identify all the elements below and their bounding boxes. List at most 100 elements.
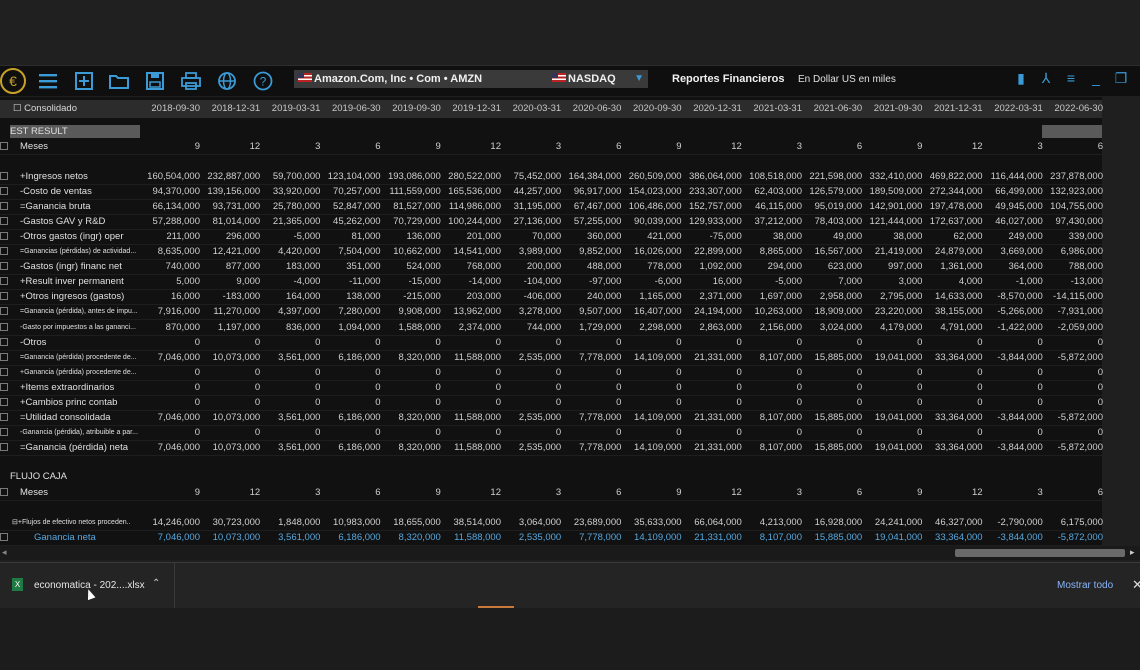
table-cell[interactable]: 49,000 (802, 229, 862, 244)
table-cell[interactable]: 114,986,000 (441, 199, 501, 214)
table-cell[interactable]: -7,931,000 (1043, 304, 1103, 319)
table-cell[interactable]: 12 (441, 485, 501, 500)
table-cell[interactable]: 9 (140, 485, 200, 500)
table-cell[interactable]: -5,000 (742, 274, 802, 289)
table-cell[interactable]: 203,000 (441, 289, 501, 304)
table-cell[interactable]: 0 (983, 425, 1043, 440)
table-cell[interactable]: 0 (1043, 395, 1103, 410)
table-cell[interactable]: 1,361,000 (923, 259, 982, 274)
row-checkbox[interactable] (0, 172, 8, 180)
table-cell[interactable]: 164,000 (260, 289, 320, 304)
table-cell[interactable]: 154,023,000 (622, 184, 682, 199)
table-cell[interactable]: 1,094,000 (321, 320, 380, 335)
table-cell[interactable]: 6,186,000 (321, 350, 380, 365)
table-cell[interactable]: 38,155,000 (923, 304, 983, 319)
table-cell[interactable]: 31,195,000 (501, 199, 562, 214)
table-cell[interactable]: 0 (561, 365, 621, 380)
row-checkbox[interactable] (0, 337, 8, 346)
table-cell[interactable]: 0 (1043, 335, 1103, 350)
table-cell[interactable]: 0 (140, 425, 200, 440)
table-cell[interactable]: 19,041,000 (862, 440, 923, 455)
table-cell[interactable]: 136,000 (381, 229, 440, 244)
table-row[interactable]: Ganancia neta 7,046,000 10,073,000 3,561,00… (0, 530, 1103, 546)
table-row[interactable]: +Result inver permanent 5,000 9,000 -4,000-… (0, 274, 1103, 291)
table-cell[interactable]: 9 (622, 485, 681, 500)
table-row[interactable]: =Utilidad consolidada 7,046,000 10,073,000… (0, 410, 1103, 426)
table-cell[interactable]: 10,073,000 (200, 350, 261, 365)
table-cell[interactable]: 15,885,000 (802, 530, 863, 545)
table-cell[interactable]: 193,086,000 (381, 169, 441, 184)
table-cell[interactable]: 360,000 (561, 229, 621, 244)
table-cell[interactable]: 0 (923, 395, 982, 410)
table-cell[interactable]: 0 (140, 335, 200, 350)
table-cell[interactable]: 1,092,000 (682, 259, 742, 274)
table-cell[interactable]: 2,371,000 (682, 289, 742, 304)
table-cell[interactable]: 2,156,000 (742, 320, 802, 335)
table-cell[interactable]: 14,109,000 (622, 440, 682, 455)
table-row[interactable]: +Ganancia (pérdida) procedente de... 0 0 0 0… (0, 365, 1103, 381)
table-cell[interactable]: 62,000 (923, 229, 983, 244)
table-cell[interactable]: 0 (501, 395, 561, 410)
table-cell[interactable]: 0 (381, 365, 441, 380)
table-cell[interactable]: 0 (381, 395, 441, 410)
table-cell[interactable]: -5,872,000 (1043, 530, 1103, 545)
minimize-icon[interactable]: _ (1087, 70, 1105, 87)
table-cell[interactable]: 0 (200, 380, 260, 395)
table-cell[interactable]: 211,000 (140, 229, 200, 244)
table-cell[interactable]: 22,899,000 (682, 244, 742, 259)
table-cell[interactable]: 123,104,000 (321, 169, 381, 184)
table-cell[interactable]: 1,197,000 (200, 320, 260, 335)
table-cell[interactable]: 9,852,000 (561, 244, 621, 259)
table-cell[interactable]: -3,844,000 (983, 350, 1042, 365)
column-header-date[interactable]: 2022-03-31 (983, 100, 1043, 118)
table-cell[interactable]: 997,000 (862, 259, 922, 274)
table-cell[interactable]: 6 (321, 139, 380, 154)
table-cell[interactable]: 7,916,000 (140, 304, 200, 319)
table-row[interactable]: ⊟+Flujos de efectivo netos proceden... 14… (0, 515, 1103, 531)
table-cell[interactable]: 4,000 (923, 274, 983, 289)
table-cell[interactable]: 96,917,000 (561, 184, 622, 199)
table-cell[interactable]: 2,535,000 (501, 530, 561, 545)
table-cell[interactable]: 15,885,000 (802, 440, 863, 455)
table-cell[interactable]: 3,000 (862, 274, 923, 289)
table-cell[interactable]: 14,541,000 (441, 244, 501, 259)
table-cell[interactable]: 104,755,000 (1043, 199, 1103, 214)
table-cell[interactable]: 6 (561, 485, 621, 500)
row-checkbox[interactable] (0, 412, 8, 421)
table-cell[interactable]: 33,364,000 (923, 530, 983, 545)
table-cell[interactable]: 0 (501, 425, 561, 440)
table-cell[interactable]: 0 (802, 380, 862, 395)
close-download-bar-icon[interactable]: ✕ (1132, 577, 1140, 593)
table-row[interactable]: +Cambios princ contab 0 0 0 0 0 0 0 0 0 0 0 0 0 0 0 0 (0, 395, 1103, 411)
table-cell[interactable]: -75,000 (682, 229, 742, 244)
table-cell[interactable]: 33,920,000 (260, 184, 321, 199)
table-cell[interactable]: 0 (501, 335, 561, 350)
table-cell[interactable]: 0 (923, 365, 982, 380)
table-cell[interactable]: -5,872,000 (1043, 350, 1103, 365)
pdf-icon[interactable]: ⅄ (1037, 70, 1055, 87)
table-cell[interactable]: 81,527,000 (381, 199, 441, 214)
table-cell[interactable]: -1,000 (983, 274, 1043, 289)
table-row[interactable]: =Ganancia bruta 66,134,000 93,731,000 25,78… (0, 199, 1103, 216)
table-cell[interactable]: 12 (923, 139, 983, 154)
table-cell[interactable]: 14,633,000 (923, 289, 983, 304)
table-cell[interactable]: 1,848,000 (260, 515, 320, 530)
table-cell[interactable]: 14,109,000 (622, 530, 682, 545)
table-cell[interactable]: 0 (200, 395, 260, 410)
table-cell[interactable]: 0 (802, 365, 862, 380)
table-cell[interactable]: 126,579,000 (802, 184, 862, 199)
table-cell[interactable]: 3 (742, 485, 802, 500)
list-icon[interactable]: ≡ (1062, 70, 1080, 87)
row-checkbox[interactable] (0, 202, 8, 211)
table-cell[interactable]: 38,000 (742, 229, 802, 244)
table-cell[interactable]: 294,000 (742, 259, 802, 274)
table-cell[interactable]: 0 (742, 425, 802, 440)
table-cell[interactable]: 2,374,000 (441, 320, 501, 335)
table-cell[interactable]: 57,255,000 (561, 214, 622, 229)
table-row[interactable]: =Ganancia (pérdida) procedente de... 7,04… (0, 350, 1103, 366)
table-cell[interactable]: 2,863,000 (682, 320, 742, 335)
table-cell[interactable]: 9 (381, 139, 441, 154)
table-cell[interactable]: 44,257,000 (501, 184, 562, 199)
table-cell[interactable]: 3,561,000 (260, 440, 320, 455)
table-cell[interactable]: 2,535,000 (501, 410, 561, 425)
